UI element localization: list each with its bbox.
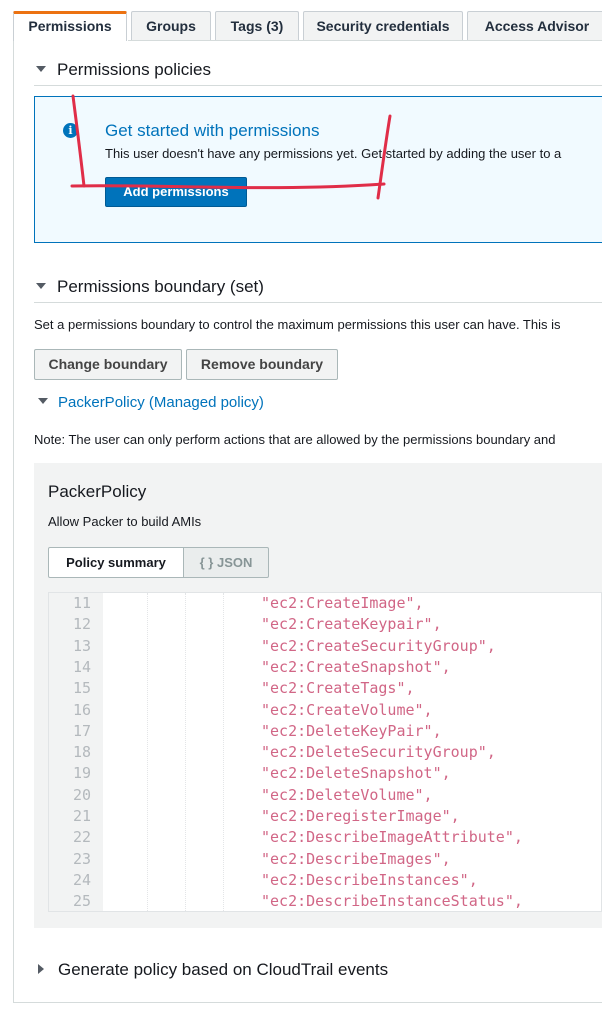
boundary-description: Set a permissions boundary to control th… [34, 317, 561, 332]
code-line: 23 "ec2:DescribeImages", [49, 849, 601, 870]
line-number: 17 [72, 721, 91, 740]
code-text: "ec2:CreateImage", [261, 594, 424, 612]
code-line: 13 "ec2:CreateSecurityGroup", [49, 636, 601, 657]
code-text: "ec2:DescribeInstanceStatus", [261, 892, 523, 911]
permissions-policies-toggle[interactable]: Permissions policies [36, 60, 211, 80]
code-text: "ec2:DeleteSecurityGroup", [261, 743, 496, 762]
add-permissions-button[interactable]: Add permissions [105, 177, 247, 207]
code-line: 12 "ec2:CreateKeypair", [49, 614, 601, 635]
divider [34, 302, 602, 303]
code-text: "ec2:CreateVolume", [261, 700, 433, 719]
chevron-down-icon [36, 282, 46, 289]
chevron-down-icon [38, 398, 48, 405]
code-line: 16 "ec2:CreateVolume", [49, 700, 601, 721]
remove-boundary-button[interactable]: Remove boundary [186, 349, 338, 380]
tab-underline [128, 40, 602, 41]
code-line: 25 "ec2:DescribeInstanceStatus", [49, 891, 601, 911]
tab-security-credentials[interactable]: Security credentials [303, 11, 463, 40]
policy-title: PackerPolicy [48, 482, 147, 501]
info-text: This user doesn't have any permissions y… [105, 146, 562, 161]
json-tab[interactable]: { } JSON [183, 547, 269, 578]
code-line: 11 "ec2:CreateImage", [49, 593, 601, 614]
code-line: 14 "ec2:CreateSnapshot", [49, 657, 601, 678]
line-number: 18 [72, 743, 91, 762]
policy-panel: PackerPolicy Allow Packer to build AMIs … [34, 463, 602, 928]
packer-policy-link[interactable]: PackerPolicy (Managed policy) [58, 394, 264, 411]
packer-policy-toggle[interactable]: PackerPolicy (Managed policy) [38, 394, 264, 411]
code-text: "ec2:DescribeImageAttribute", [261, 828, 523, 847]
code-text: "ec2:CreateSnapshot", [261, 657, 451, 676]
cloudtrail-toggle[interactable]: Generate policy based on CloudTrail even… [38, 960, 388, 980]
line-number: 12 [72, 615, 91, 634]
cloudtrail-heading: Generate policy based on CloudTrail even… [58, 960, 389, 979]
tab-groups[interactable]: Groups [131, 11, 211, 40]
line-number: 16 [72, 700, 91, 719]
tab-access-advisor[interactable]: Access Advisor [467, 11, 602, 40]
info-title: Get started with permissions [105, 121, 320, 140]
permissions-boundary-toggle[interactable]: Permissions boundary (set) [36, 277, 264, 297]
info-panel: i Get started with permissions This user… [34, 96, 602, 243]
code-line: 22 "ec2:DescribeImageAttribute", [49, 827, 601, 848]
line-number: 21 [72, 807, 91, 825]
code-line: 21 "ec2:DeregisterImage", [49, 806, 601, 827]
chevron-down-icon [36, 65, 46, 72]
divider [34, 85, 602, 86]
policy-description: Allow Packer to build AMIs [48, 514, 202, 529]
line-number: 23 [72, 849, 91, 868]
json-editor[interactable]: 11 "ec2:CreateImage", 12 "ec2:CreateKeypair… [48, 592, 602, 912]
code-text: "ec2:DeleteVolume", [261, 785, 433, 804]
change-boundary-button[interactable]: Change boundary [34, 349, 182, 380]
code-line: 24 "ec2:DescribeInstances", [49, 870, 601, 891]
line-number: 24 [72, 870, 91, 889]
line-number: 22 [72, 828, 91, 847]
line-number: 14 [72, 657, 91, 676]
code-text: "ec2:CreateSecurityGroup", [261, 636, 496, 655]
code-text: "ec2:DeleteSnapshot", [261, 764, 451, 783]
boundary-note: Note: The user can only perform actions … [34, 432, 556, 447]
line-number: 15 [72, 679, 91, 698]
line-number: 11 [72, 594, 91, 612]
permissions-boundary-heading: Permissions boundary (set) [57, 277, 264, 296]
code-text: "ec2:DescribeImages", [261, 849, 451, 868]
info-icon: i [63, 123, 78, 138]
code-text: "ec2:CreateKeypair", [261, 615, 442, 634]
code-line: 15 "ec2:CreateTags", [49, 678, 601, 699]
policy-summary-tab[interactable]: Policy summary [48, 547, 184, 578]
code-line: 18 "ec2:DeleteSecurityGroup", [49, 742, 601, 763]
line-number: 19 [72, 764, 91, 783]
code-text: "ec2:CreateTags", [261, 679, 415, 698]
tab-permissions[interactable]: Permissions [13, 11, 127, 41]
code-line: 19 "ec2:DeleteSnapshot", [49, 763, 601, 784]
code-text: "ec2:DescribeInstances", [261, 870, 478, 889]
line-number: 13 [72, 636, 91, 655]
code-text: "ec2:DeregisterImage", [261, 807, 460, 825]
code-line: 20 "ec2:DeleteVolume", [49, 785, 601, 806]
permissions-policies-heading: Permissions policies [57, 60, 211, 79]
code-text: "ec2:DeleteKeyPair", [261, 721, 442, 740]
line-number: 25 [72, 892, 91, 911]
tab-tags[interactable]: Tags (3) [215, 11, 299, 40]
chevron-right-icon [38, 963, 44, 974]
code-line: 17 "ec2:DeleteKeyPair", [49, 721, 601, 742]
line-number: 20 [72, 785, 91, 804]
